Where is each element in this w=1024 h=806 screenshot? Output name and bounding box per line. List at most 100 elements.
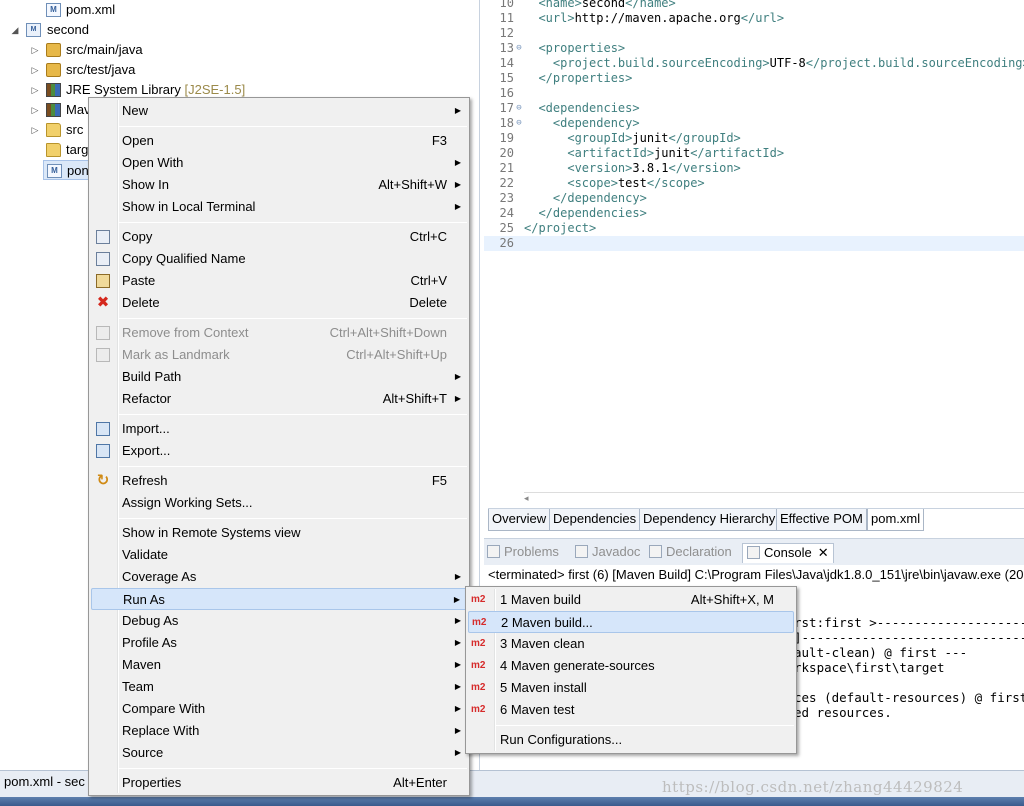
menu-item-open-with[interactable]: Open With ▶ [91, 152, 467, 174]
tree-item-text: pom.xml [66, 2, 116, 17]
tree-item-src-main-java[interactable]: ▷ src/main/java [0, 40, 300, 60]
tree-item-src-test-java[interactable]: ▷ src/test/java [0, 60, 300, 80]
menu-item-4-maven-generate-sources[interactable]: m2 4 Maven generate-sources [468, 655, 794, 677]
xml-tag: <properties> [538, 41, 626, 55]
fold-toggle-icon[interactable]: ⊖ [514, 41, 524, 56]
view-tab-label: Console [764, 545, 812, 560]
menu-item-assign-working-sets[interactable]: Assign Working Sets... [91, 492, 467, 514]
tree-item-pom-xml[interactable]: Mpom.xml [0, 0, 300, 20]
tab-overview[interactable]: Overview [488, 509, 551, 531]
editor-horizontal-scrollbar[interactable]: ◂ [524, 492, 1024, 506]
menu-item-profile-as[interactable]: Profile As ▶ [91, 632, 467, 654]
fold-toggle-icon[interactable]: ⊖ [514, 101, 524, 116]
menu-item-delete[interactable]: ✖ Delete Delete [91, 292, 467, 314]
menu-item-shortcut: Alt+Shift+W [378, 177, 447, 192]
menu-item-replace-with[interactable]: Replace With ▶ [91, 720, 467, 742]
problems-icon [487, 545, 500, 558]
menu-item-run-configurations[interactable]: Run Configurations... [468, 729, 794, 751]
menu-item-label: 2 Maven build... [501, 615, 593, 630]
menu-item-show-in-remote-systems-view[interactable]: Show in Remote Systems view [91, 522, 467, 544]
menu-separator [496, 725, 794, 726]
menu-item-shortcut: Alt+Enter [393, 775, 447, 790]
console-icon [747, 546, 760, 559]
console-line: ]----------------------------------- [794, 630, 1024, 645]
xml-tag: <dependencies> [538, 101, 640, 115]
submenu-arrow-icon: ▶ [454, 372, 461, 381]
menu-item-label: Delete [122, 295, 160, 310]
maven-m2-icon: m2 [471, 594, 486, 605]
menu-item-5-maven-install[interactable]: m2 5 Maven install [468, 677, 794, 699]
menu-item-show-in-local-terminal[interactable]: Show in Local Terminal ▶ [91, 196, 467, 218]
menu-item-show-in[interactable]: Show In Alt+Shift+W ▶ [91, 174, 467, 196]
code-text: <dependencies> [524, 101, 640, 116]
menu-item-label: Import... [122, 421, 170, 436]
menu-item-3-maven-clean[interactable]: m2 3 Maven clean [468, 633, 794, 655]
menu-item-label: Run As [123, 592, 165, 607]
menu-item-copy-qualified-name[interactable]: Copy Qualified Name [91, 248, 467, 270]
menu-item-refactor[interactable]: Refactor Alt+Shift+T ▶ [91, 388, 467, 410]
menu-item-source[interactable]: Source ▶ [91, 742, 467, 764]
menu-item-label: Build Path [122, 369, 182, 384]
xml-text: second [581, 0, 626, 10]
menu-item-compare-with[interactable]: Compare With ▶ [91, 698, 467, 720]
menu-item-build-path[interactable]: Build Path ▶ [91, 366, 467, 388]
tree-item-second[interactable]: ◢ Msecond [0, 20, 300, 40]
menu-item-validate[interactable]: Validate [91, 544, 467, 566]
tree-item-text: JRE System Library [66, 82, 181, 97]
view-tab-declaration[interactable]: Declaration [649, 543, 732, 563]
xml-tag: <dependency> [552, 116, 640, 130]
menu-item-team[interactable]: Team ▶ [91, 676, 467, 698]
tab-dependency-hierarchy[interactable]: Dependency Hierarchy [639, 509, 780, 531]
menu-item-refresh[interactable]: ↻ Refresh F5 [91, 470, 467, 492]
tab-dependencies[interactable]: Dependencies [549, 509, 641, 531]
collapse-arrow-icon[interactable]: ◢ [10, 20, 20, 40]
close-icon[interactable]: ✕ [818, 545, 829, 560]
code-text: </dependencies> [524, 206, 646, 221]
menu-item-new[interactable]: New ▶ [91, 100, 467, 122]
menu-item-open[interactable]: Open F3 [91, 130, 467, 152]
tab-effective-pom[interactable]: Effective POM [776, 509, 867, 531]
tree-item-label: pom.xml [66, 0, 115, 20]
paste-icon [96, 274, 110, 288]
menu-item-maven[interactable]: Maven ▶ [91, 654, 467, 676]
expand-arrow-icon[interactable]: ▷ [30, 60, 40, 80]
menu-item-label: Remove from Context [122, 325, 249, 340]
expand-arrow-icon[interactable]: ▷ [30, 100, 40, 120]
menu-item-1-maven-build[interactable]: m2 1 Maven build Alt+Shift+X, M [468, 589, 794, 611]
menu-item-run-as[interactable]: Run As ▶ [91, 588, 467, 610]
menu-item-import[interactable]: Import... [91, 418, 467, 440]
view-tab-problems[interactable]: Problems [487, 543, 559, 563]
menu-item-6-maven-test[interactable]: m2 6 Maven test [468, 699, 794, 721]
xml-tag: </project.build.sourceEncoding> [805, 56, 1024, 70]
menu-item-coverage-as[interactable]: Coverage As ▶ [91, 566, 467, 588]
maven-m2-icon: m2 [471, 638, 486, 649]
code-text: </dependency> [524, 191, 647, 206]
menu-item-2-maven-build[interactable]: m2 2 Maven build... [468, 611, 794, 633]
code-line: 25 </project> [484, 221, 1024, 236]
pom-xml-editor[interactable]: 10 <name>second</name> 11 <url>http://mav… [484, 0, 1024, 530]
menu-item-export[interactable]: Export... [91, 440, 467, 462]
expand-arrow-icon[interactable]: ▷ [30, 80, 40, 100]
menu-item-copy[interactable]: Copy Ctrl+C [91, 226, 467, 248]
menu-item-paste[interactable]: Paste Ctrl+V [91, 270, 467, 292]
expand-arrow-icon[interactable]: ▷ [30, 40, 40, 60]
tab-pom-xml[interactable]: pom.xml [867, 509, 925, 531]
scroll-left-arrow-icon[interactable]: ◂ [524, 493, 529, 503]
view-tab-console[interactable]: Console ✕ [742, 543, 834, 563]
menu-item-label: Assign Working Sets... [122, 495, 253, 510]
expand-arrow-icon[interactable]: ▷ [30, 120, 40, 140]
menu-item-debug-as[interactable]: Debug As ▶ [91, 610, 467, 632]
menu-item-label: Maven [122, 657, 162, 672]
menu-item-label: Properties [122, 775, 182, 790]
fold-toggle-icon[interactable]: ⊖ [514, 116, 524, 131]
view-tab-javadoc[interactable]: Javadoc [575, 543, 640, 563]
menu-item-properties[interactable]: Properties Alt+Enter [91, 772, 467, 794]
tree-item-label: second [47, 20, 89, 40]
menu-separator [119, 222, 467, 223]
tree-item-label: src/main/java [66, 40, 143, 60]
